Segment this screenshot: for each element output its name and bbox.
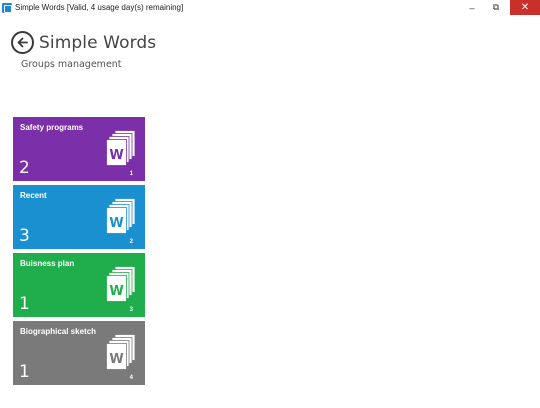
group-tile-biographical-sketch[interactable]: Biographical sketch W 1 4: [13, 321, 145, 385]
group-name: Buisness plan: [20, 259, 75, 268]
group-name: Safety programs: [20, 123, 84, 132]
page-title: Simple Words: [39, 32, 157, 53]
group-index: 3: [129, 307, 133, 313]
close-button[interactable]: ✕: [510, 0, 540, 15]
window-title: Simple Words [Valid, 4 usage day(s) rema…: [15, 3, 184, 12]
svg-text:W: W: [109, 148, 123, 163]
minimize-button[interactable]: –: [460, 0, 484, 15]
word-document-stack-icon: W: [106, 334, 136, 370]
group-doc-count: 3: [19, 226, 30, 246]
back-button[interactable]: [11, 31, 34, 54]
group-name: Recent: [20, 191, 47, 200]
svg-text:W: W: [109, 216, 123, 231]
group-doc-count: 1: [19, 362, 30, 382]
group-index: 4: [129, 375, 133, 381]
group-tile-buisness-plan[interactable]: Buisness plan W 1 3: [13, 253, 145, 317]
app-icon: [2, 2, 12, 13]
group-doc-count: 2: [19, 158, 30, 178]
svg-text:W: W: [109, 352, 123, 367]
group-name: Biographical sketch: [20, 327, 97, 336]
page-subtitle: Groups management: [21, 59, 122, 70]
word-document-stack-icon: W: [106, 130, 136, 166]
group-doc-count: 1: [19, 294, 30, 314]
word-document-stack-icon: W: [106, 266, 136, 302]
window-controls: – ⧉ ✕: [460, 0, 540, 15]
svg-text:W: W: [109, 284, 123, 299]
window-titlebar: Simple Words [Valid, 4 usage day(s) rema…: [0, 0, 540, 15]
page-header: Simple Words: [11, 31, 156, 54]
group-index: 2: [129, 239, 133, 245]
group-tile-safety-programs[interactable]: Safety programs W 2 1: [13, 117, 145, 181]
word-document-stack-icon: W: [106, 198, 136, 234]
group-index: 1: [129, 171, 133, 177]
group-tile-recent[interactable]: Recent W 3 2: [13, 185, 145, 249]
restore-button[interactable]: ⧉: [484, 0, 508, 15]
back-arrow-icon: [17, 37, 28, 48]
